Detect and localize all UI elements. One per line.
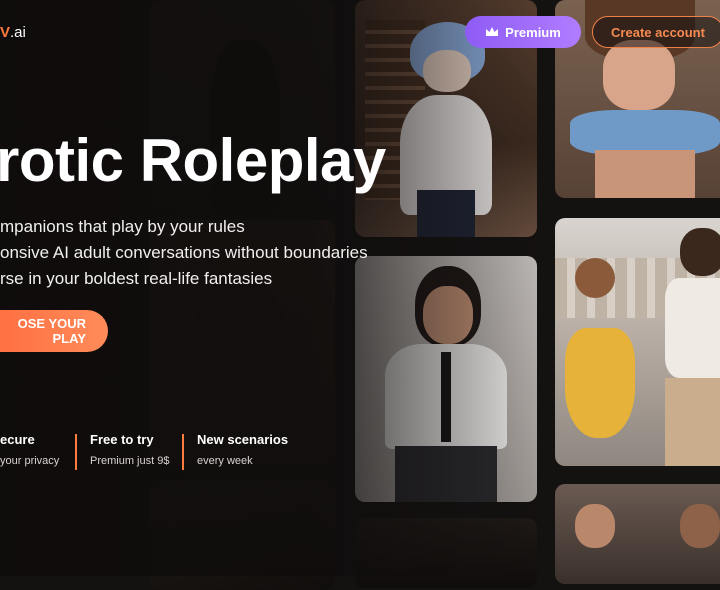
feature-heading: ecure	[0, 432, 35, 447]
feature-heading: New scenarios	[197, 432, 289, 447]
create-account-button[interactable]: Create account	[592, 16, 720, 48]
premium-button[interactable]: Premium	[465, 16, 581, 48]
feature-subtext: your privacy	[0, 455, 60, 467]
premium-button-label: Premium	[505, 24, 561, 40]
gallery-image-street-couple	[555, 218, 720, 466]
top-navigation: V.ai Premium Create account	[0, 0, 720, 64]
feature-divider	[75, 434, 77, 470]
feature-heading: Free to try	[90, 432, 154, 447]
hero-bullet: onsive AI adult conversations without bo…	[0, 243, 368, 262]
feature-secure: ecure your privacy	[0, 432, 59, 467]
hero-bullet-list: mpanions that play by your rules onsive …	[0, 214, 368, 292]
feature-free-to-try: Free to try Premium just 9$	[90, 432, 169, 467]
feature-divider	[182, 434, 184, 470]
hero-title: rotic Roleplay	[0, 127, 386, 194]
site-logo[interactable]: V.ai	[0, 24, 26, 41]
hero-bullet: mpanions that play by your rules	[0, 217, 245, 236]
choose-your-play-button[interactable]: OSE YOUR PLAY	[0, 310, 108, 352]
feature-subtext: every week	[197, 455, 253, 467]
gallery-image-bottom-right	[555, 484, 720, 584]
crown-icon	[486, 27, 499, 36]
feature-new-scenarios: New scenarios every week	[197, 432, 288, 467]
feature-subtext: Premium just 9$	[90, 455, 170, 467]
hero-bullet: rse in your boldest real-life fantasies	[0, 269, 273, 288]
